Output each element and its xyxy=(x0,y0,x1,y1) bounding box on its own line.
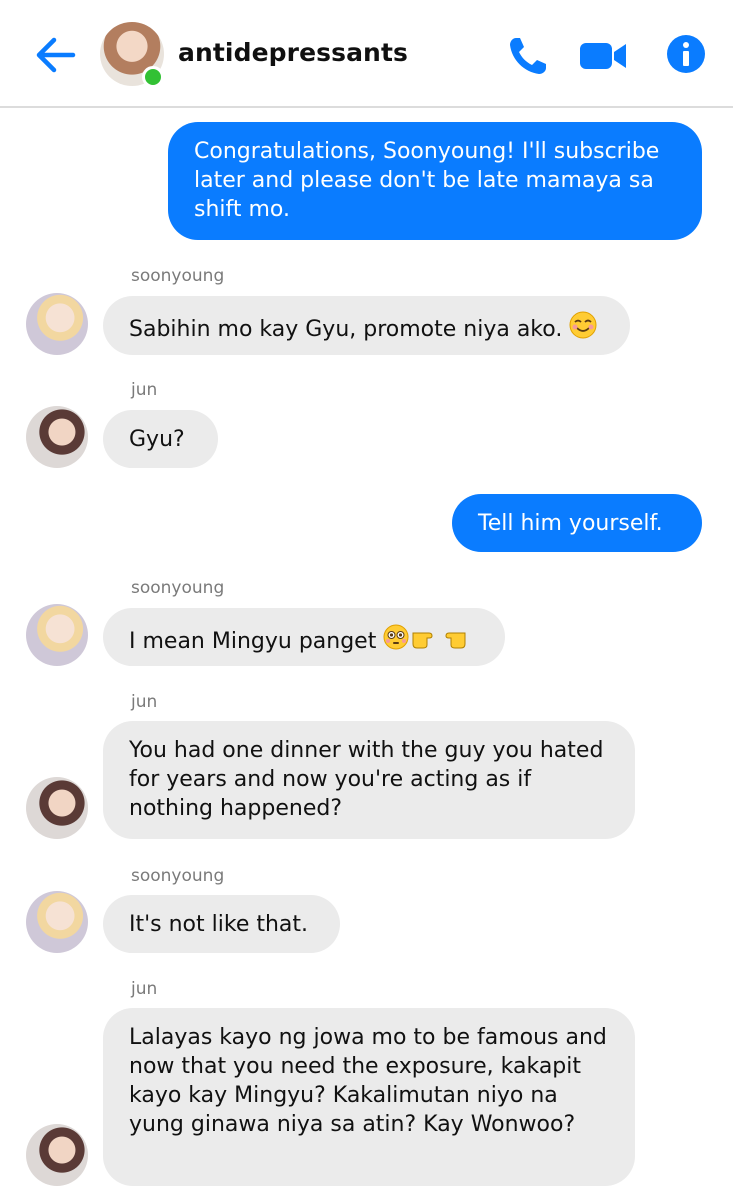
back-arrow-icon[interactable] xyxy=(32,34,78,76)
message-text: I mean Mingyu panget xyxy=(129,629,377,654)
incoming-message-bubble[interactable]: I mean Mingyu panget xyxy=(103,608,505,666)
outgoing-message-bubble[interactable]: Congratulations, Soonyoung! I'll subscri… xyxy=(168,122,702,240)
sender-name: jun xyxy=(131,692,158,712)
sender-avatar[interactable] xyxy=(26,777,88,839)
message-text: Sabihin mo kay Gyu, promote niya ako. xyxy=(129,317,563,342)
sender-avatar[interactable] xyxy=(26,604,88,666)
sender-name: soonyoung xyxy=(131,578,225,598)
message-text: It's not like that. xyxy=(129,912,309,937)
phone-icon[interactable] xyxy=(506,34,550,78)
message-text: You had one dinner with the guy you hate… xyxy=(129,738,604,821)
online-status-indicator xyxy=(142,66,164,88)
incoming-message-bubble[interactable]: You had one dinner with the guy you hate… xyxy=(103,721,635,839)
conversation-header: antidepressants xyxy=(0,0,733,108)
sender-name: jun xyxy=(131,979,158,999)
sender-avatar[interactable] xyxy=(26,293,88,355)
flushed-face-and-two-pointing-fingers-emoji xyxy=(383,624,466,650)
sender-avatar[interactable] xyxy=(26,1124,88,1186)
message-text: Congratulations, Soonyoung! I'll subscri… xyxy=(194,139,660,222)
message-text: Tell him yourself. xyxy=(478,511,663,536)
sender-avatar[interactable] xyxy=(26,406,88,468)
sender-name: soonyoung xyxy=(131,866,225,886)
info-icon[interactable] xyxy=(666,34,706,74)
conversation-title[interactable]: antidepressants xyxy=(178,38,408,67)
sender-name: soonyoung xyxy=(131,266,225,286)
message-text: Lalayas kayo ng jowa mo to be famous and… xyxy=(129,1025,607,1137)
incoming-message-bubble[interactable]: Gyu? xyxy=(103,410,218,468)
sender-name: jun xyxy=(131,380,158,400)
outgoing-message-bubble[interactable]: Tell him yourself. xyxy=(452,494,702,552)
incoming-message-bubble[interactable]: Sabihin mo kay Gyu, promote niya ako. xyxy=(103,296,630,355)
sender-avatar[interactable] xyxy=(26,891,88,953)
message-text: Gyu? xyxy=(129,427,185,452)
video-camera-icon[interactable] xyxy=(578,38,628,74)
incoming-message-bubble[interactable]: It's not like that. xyxy=(103,895,340,953)
incoming-message-bubble[interactable]: Lalayas kayo ng jowa mo to be famous and… xyxy=(103,1008,635,1186)
smiling-blush-emoji xyxy=(569,311,597,339)
